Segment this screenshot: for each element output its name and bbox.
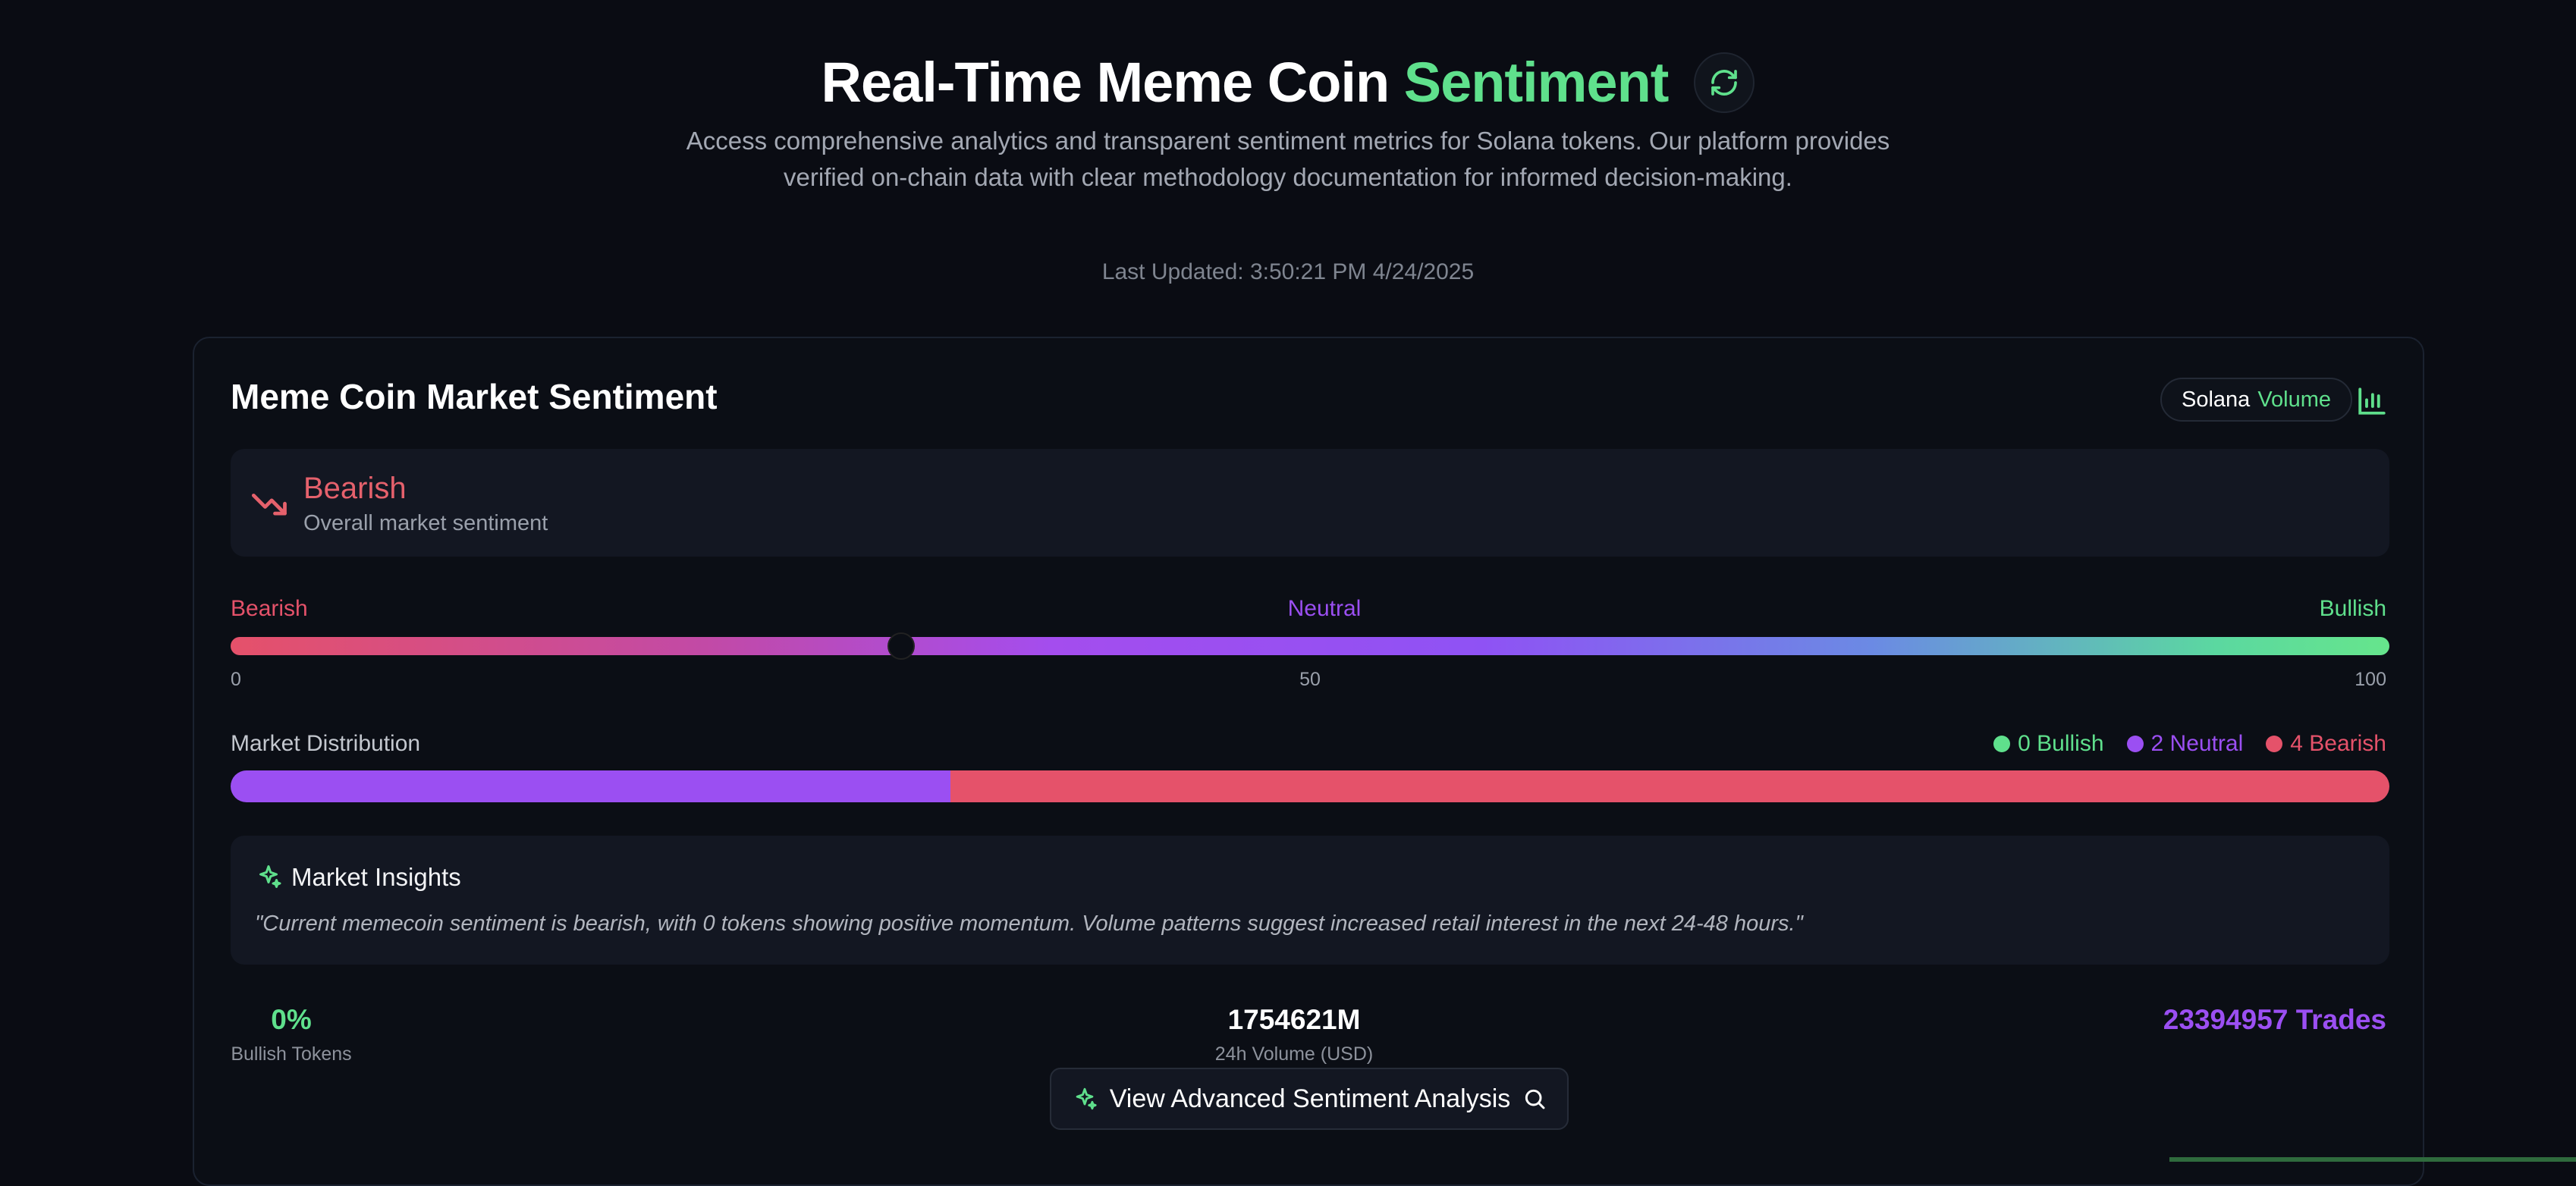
- gauge-label-bullish: Bullish: [2319, 596, 2386, 621]
- sentiment-gauge-thumb[interactable]: [887, 632, 916, 660]
- refresh-icon: [1711, 69, 1738, 96]
- overall-sentiment-box: Bearish Overall market sentiment: [231, 449, 2389, 557]
- last-updated: Last Updated: 3:50:21 PM 4/24/2025: [1101, 259, 1475, 284]
- page-title: Real-Time Meme Coin Sentiment: [821, 50, 1670, 115]
- gauge-tick-50: 50: [1299, 669, 1321, 690]
- title-accent: Sentiment: [1403, 51, 1670, 114]
- advanced-button-label: View Advanced Sentiment Analysis: [1109, 1084, 1511, 1113]
- insights-quote: "Current memecoin sentiment is bearish, …: [255, 911, 1803, 936]
- advanced-analysis-button[interactable]: View Advanced Sentiment Analysis: [1050, 1068, 1569, 1130]
- stat-trades: 23394957 Trades: [2163, 1004, 2386, 1035]
- gauge-tick-100: 100: [2355, 669, 2386, 690]
- legend-bullish: 0 Bullish: [1993, 731, 2104, 757]
- legend-dot-neutral: [2126, 736, 2144, 752]
- distribution-bar: [231, 770, 2389, 802]
- trending-down-icon: [251, 493, 287, 516]
- market-insights-box: Market Insights "Current memecoin sentim…: [231, 836, 2389, 965]
- title-row: Real-Time Meme Coin Sentiment: [0, 50, 2576, 115]
- distribution-label: Market Distribution: [231, 731, 421, 756]
- distribution-segment-bearish: [950, 770, 2389, 802]
- gauge-label-bearish: Bearish: [231, 596, 308, 621]
- sparkle-icon: [259, 865, 281, 888]
- gauge-tick-0: 0: [231, 669, 241, 690]
- stat-volume-label: 24h Volume (USD): [1214, 1043, 1374, 1065]
- legend-neutral-text: 2 Neutral: [2150, 731, 2244, 756]
- page-subtitle: Access comprehensive analytics and trans…: [686, 127, 1890, 191]
- gauge-label-neutral: Neutral: [1287, 596, 1362, 621]
- sentiment-label: Bearish: [303, 472, 407, 505]
- sparkle-icon: [1076, 1087, 1097, 1110]
- legend-bullish-text: 0 Bullish: [2018, 731, 2104, 756]
- refresh-button[interactable]: [1694, 52, 1755, 113]
- sentiment-gauge-track: [231, 637, 2389, 655]
- legend-dot-bearish: [2266, 736, 2283, 752]
- distribution-segment-neutral: [231, 770, 950, 802]
- sentiment-sublabel: Overall market sentiment: [303, 511, 548, 535]
- legend-bearish: 4 Bearish: [2266, 731, 2386, 757]
- stat-bullish-pct: 0%: [271, 1004, 312, 1035]
- sentiment-card: Meme Coin Market Sentiment Solana Volume…: [193, 337, 2424, 1186]
- distribution-legend: 0 Bullish 2 Neutral 4 Bearish: [1993, 731, 2386, 757]
- legend-neutral: 2 Neutral: [2126, 731, 2244, 757]
- title-main: Real-Time Meme Coin: [821, 51, 1390, 114]
- chip-metric: Volume: [2257, 387, 2332, 412]
- bar-chart-icon[interactable]: [2356, 385, 2388, 417]
- chip-network: Solana: [2182, 387, 2251, 412]
- legend-dot-bullish: [1993, 736, 2011, 752]
- search-icon: [1525, 1089, 1545, 1109]
- card-title: Meme Coin Market Sentiment: [231, 377, 718, 416]
- insights-title: Market Insights: [291, 863, 461, 891]
- legend-bearish-text: 4 Bearish: [2290, 731, 2386, 756]
- stat-volume: 1754621M: [1227, 1004, 1361, 1035]
- corner-accent-bar: [2169, 1157, 2576, 1162]
- stat-bullish-label: Bullish Tokens: [231, 1043, 352, 1065]
- network-volume-chip[interactable]: Solana Volume: [2160, 378, 2353, 422]
